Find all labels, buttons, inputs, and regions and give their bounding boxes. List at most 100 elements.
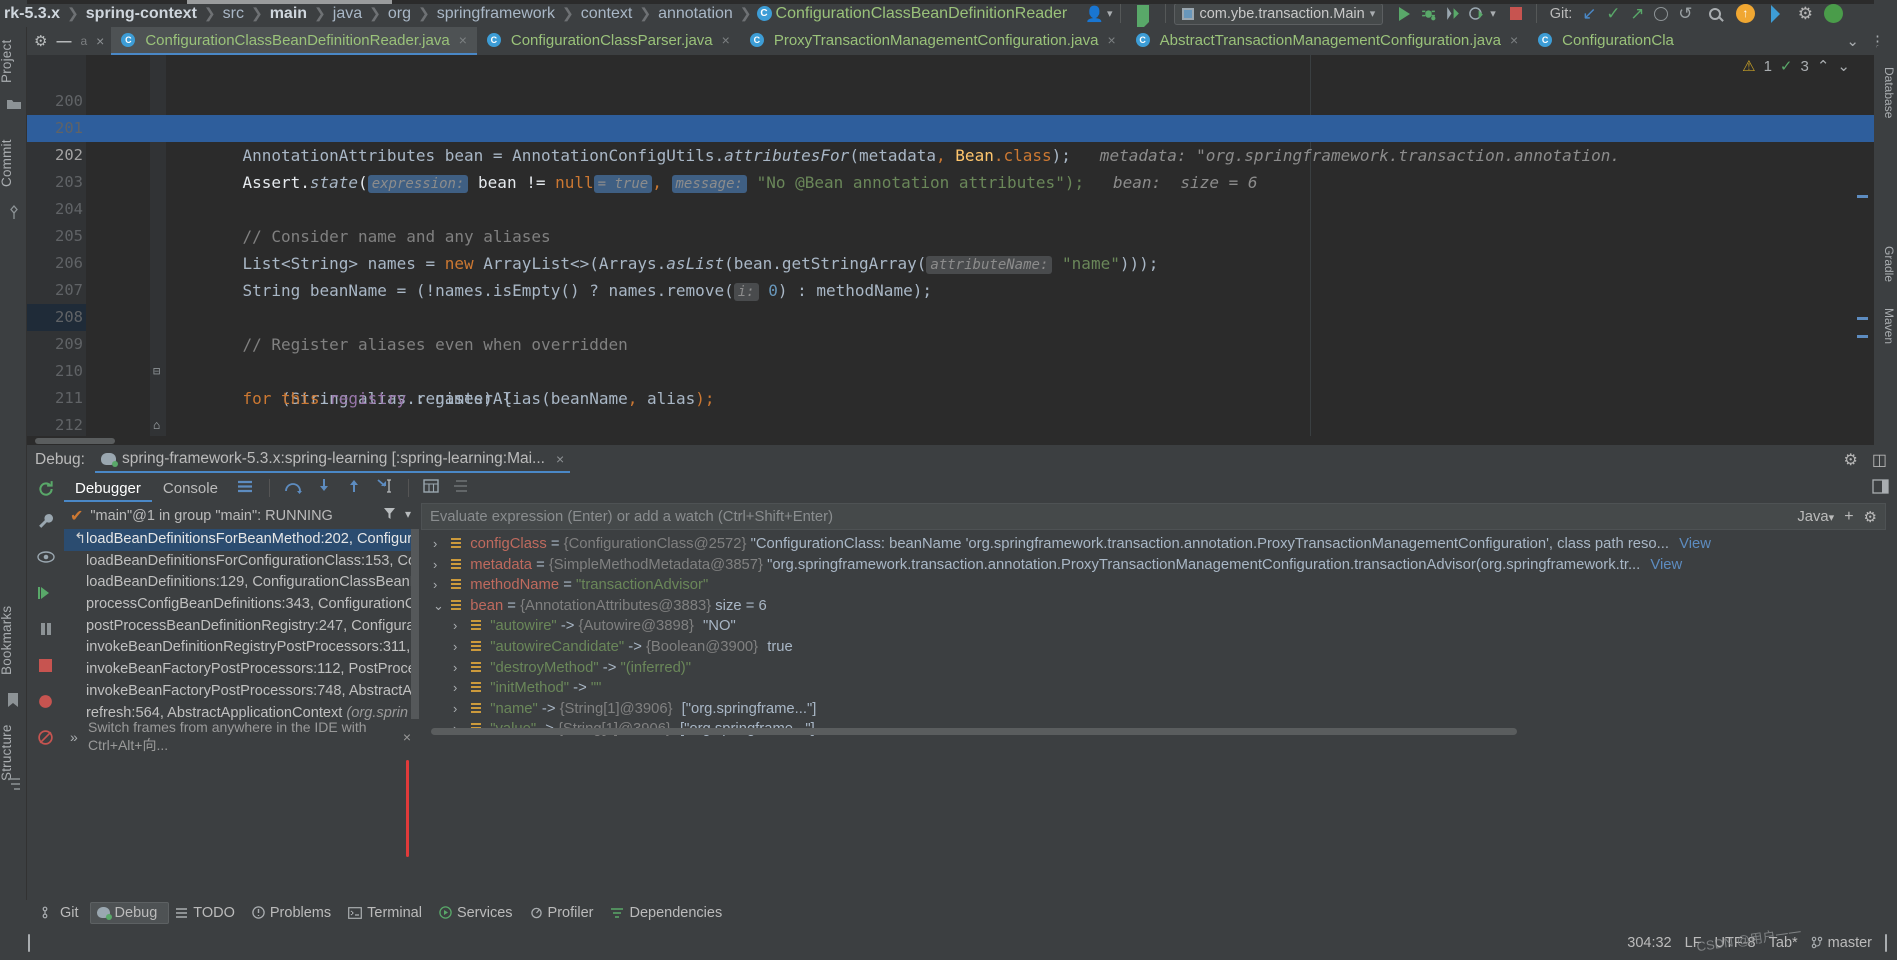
code-line[interactable]: 203 [27, 142, 1874, 191]
search-everywhere-icon[interactable] [1703, 3, 1727, 25]
tab-configurationclassparser[interactable]: C ConfigurationClassParser.java × [477, 27, 740, 55]
show-all-frames-icon[interactable] [453, 479, 469, 497]
settings-icon[interactable]: ⚙ [1793, 3, 1817, 25]
code-editor[interactable]: 200 201 AnnotationAttributes bean = Anno… [27, 55, 1874, 445]
breadcrumb-item-3[interactable]: main [268, 5, 309, 23]
variable-row[interactable]: › "autowire" -> {Autowire@3898} "NO" [419, 616, 1897, 637]
folder-icon[interactable] [6, 97, 22, 113]
close-icon[interactable]: × [96, 33, 104, 49]
profile-button[interactable] [1464, 3, 1488, 25]
variable-row[interactable]: › "autowireCandidate" -> {Boolean@3900} … [419, 637, 1897, 658]
chevron-down-icon[interactable]: ▾ [405, 507, 411, 524]
pause-button[interactable] [27, 611, 64, 647]
view-breakpoints-button[interactable] [27, 683, 64, 719]
step-out-icon[interactable] [346, 478, 362, 498]
variable-row[interactable]: › metadata = {SimpleMethodMetadata@3857}… [419, 555, 1897, 576]
breadcrumb-item-4[interactable]: java [331, 5, 364, 23]
mute-breakpoints-button[interactable] [27, 539, 64, 575]
chevron-right-icon[interactable]: › [453, 699, 467, 720]
run-to-cursor-icon[interactable] [376, 478, 394, 498]
stop-button[interactable] [1504, 3, 1528, 25]
code-line[interactable]: 204 // Consider name and any aliases [27, 169, 1874, 246]
add-watch-icon[interactable]: + [1844, 508, 1853, 526]
bookmark-icon[interactable] [6, 692, 22, 708]
tab-abstracttransactionmanagementconfiguration[interactable]: C AbstractTransactionManagementConfigura… [1126, 27, 1528, 55]
chevron-right-icon[interactable]: › [453, 678, 467, 699]
commit-icon[interactable]: ✓ [1601, 3, 1625, 25]
filter-icon[interactable] [383, 507, 396, 524]
step-into-icon[interactable] [316, 478, 332, 498]
code-line[interactable]: 208 // Register aliases even when overri… [27, 277, 1874, 354]
run-configuration-selector[interactable]: com.ybe.transaction.Main ▾ [1174, 2, 1384, 25]
breadcrumb-item-5[interactable]: org [386, 5, 413, 23]
editor-horizontal-scrollbar[interactable] [27, 436, 1874, 445]
inspection-status[interactable]: ⚠ 1 ✓ 3 ⌃ ⌄ [1742, 57, 1850, 76]
code-line[interactable]: 205 List<String> names = new ArrayList<>… [27, 196, 1874, 274]
breadcrumb-item-8[interactable]: annotation [656, 5, 735, 23]
frame-row[interactable]: loadBeanDefinitionsForConfigurationClass… [64, 551, 419, 573]
rollback-icon[interactable]: ↺ [1673, 3, 1697, 25]
settings-button[interactable] [27, 503, 64, 539]
close-icon[interactable]: × [403, 729, 419, 745]
run-button[interactable] [1392, 3, 1416, 25]
bottom-tab-problems[interactable]: Problems [246, 903, 342, 923]
structure-icon[interactable] [6, 777, 22, 793]
variables-horizontal-scrollbar[interactable] [419, 727, 1897, 736]
run-with-coverage-button[interactable] [1440, 3, 1464, 25]
language-selector[interactable]: Java▾ [1797, 509, 1834, 525]
gear-icon[interactable]: ⚙ [1844, 450, 1858, 470]
bottom-tab-terminal[interactable]: Terminal [342, 903, 433, 923]
variable-row[interactable]: › configClass = {ConfigurationClass@2572… [419, 534, 1897, 555]
frames-scrollbar[interactable] [411, 529, 419, 719]
frame-row[interactable]: postProcessBeanDefinitionRegistry:247, C… [64, 616, 419, 638]
update-project-icon[interactable]: ↙ [1577, 3, 1601, 25]
device-icon[interactable] [28, 933, 30, 952]
breadcrumb-item-6[interactable]: springframework [435, 5, 557, 23]
code-line[interactable]: 211 ⌂ } [27, 358, 1874, 445]
thread-selector[interactable]: ✔ "main"@1 in group "main": RUNNING ▾ [64, 502, 419, 529]
frame-row[interactable]: invokeBeanDefinitionRegistryPostProcesso… [64, 637, 419, 659]
sidebar-item-bookmarks[interactable]: Bookmarks [0, 602, 26, 678]
marker-stripe[interactable] [1857, 195, 1868, 198]
branch-widget[interactable]: master [1811, 935, 1872, 951]
variable-row[interactable]: › "destroyMethod" -> "(inferred)" [419, 658, 1897, 679]
chevron-right-icon[interactable]: › [433, 575, 447, 596]
gear-icon[interactable]: ⚙ [34, 32, 47, 50]
marker-stripe[interactable] [1857, 317, 1868, 320]
frames-panel[interactable]: ✔ "main"@1 in group "main": RUNNING ▾ ↰ … [64, 502, 419, 750]
bottom-tab-profiler[interactable]: Profiler [524, 903, 605, 923]
user-avatar[interactable] [1821, 3, 1845, 25]
step-over-icon[interactable] [284, 479, 302, 498]
debug-button[interactable] [1416, 3, 1440, 25]
frame-row[interactable]: loadBeanDefinitions:129, ConfigurationCl… [64, 572, 419, 594]
ide-update-icon[interactable]: ↑ [1733, 3, 1757, 25]
caret-position[interactable]: 304:32 [1627, 935, 1671, 951]
chevron-down-icon[interactable]: ⌄ [1846, 32, 1859, 50]
plugin-icon[interactable] [1763, 3, 1787, 25]
chevron-right-icon[interactable]: › [433, 555, 447, 576]
frame-row[interactable]: invokeBeanFactoryPostProcessors:748, Abs… [64, 681, 419, 703]
view-link[interactable]: View [1650, 557, 1682, 573]
close-icon[interactable]: × [722, 32, 730, 48]
code-line[interactable]: 201 AnnotationAttributes bean = Annotati… [27, 88, 1874, 165]
breadcrumb-item-0[interactable]: rk-5.3.x [2, 5, 62, 23]
select-member-button[interactable]: 👤 ▾ [1085, 5, 1112, 23]
breadcrumb-item-2[interactable]: src [221, 5, 246, 23]
commit-icon[interactable] [6, 205, 22, 221]
chevron-up-icon[interactable]: ⌃ [1817, 57, 1830, 75]
sidebar-item-maven[interactable]: Maven [1882, 301, 1896, 351]
chevron-right-icon[interactable]: › [433, 534, 447, 555]
bottom-tab-todo[interactable]: TODO [169, 903, 246, 923]
sidebar-item-gradle[interactable]: Gradle [1882, 236, 1896, 292]
breadcrumb-class[interactable]: ConfigurationClassBeanDefinitionReader [776, 5, 1068, 23]
variable-row[interactable]: › "initMethod" -> "" [419, 678, 1897, 699]
history-icon[interactable] [1649, 3, 1673, 25]
code-line-current[interactable]: 202 Assert.state(expression: bean != nul… [27, 115, 1874, 193]
breadcrumb[interactable]: rk-5.3.x ❯ spring-context ❯ src ❯ main ❯… [0, 5, 1067, 23]
tab-configurationcla[interactable]: C ConfigurationCla [1528, 27, 1684, 55]
settings-icon[interactable] [1872, 478, 1897, 498]
frame-row[interactable]: processConfigBeanDefinitions:343, Config… [64, 594, 419, 616]
lock-icon[interactable] [1885, 933, 1887, 952]
resume-program-button[interactable] [27, 575, 64, 611]
mute-button[interactable] [27, 719, 64, 755]
